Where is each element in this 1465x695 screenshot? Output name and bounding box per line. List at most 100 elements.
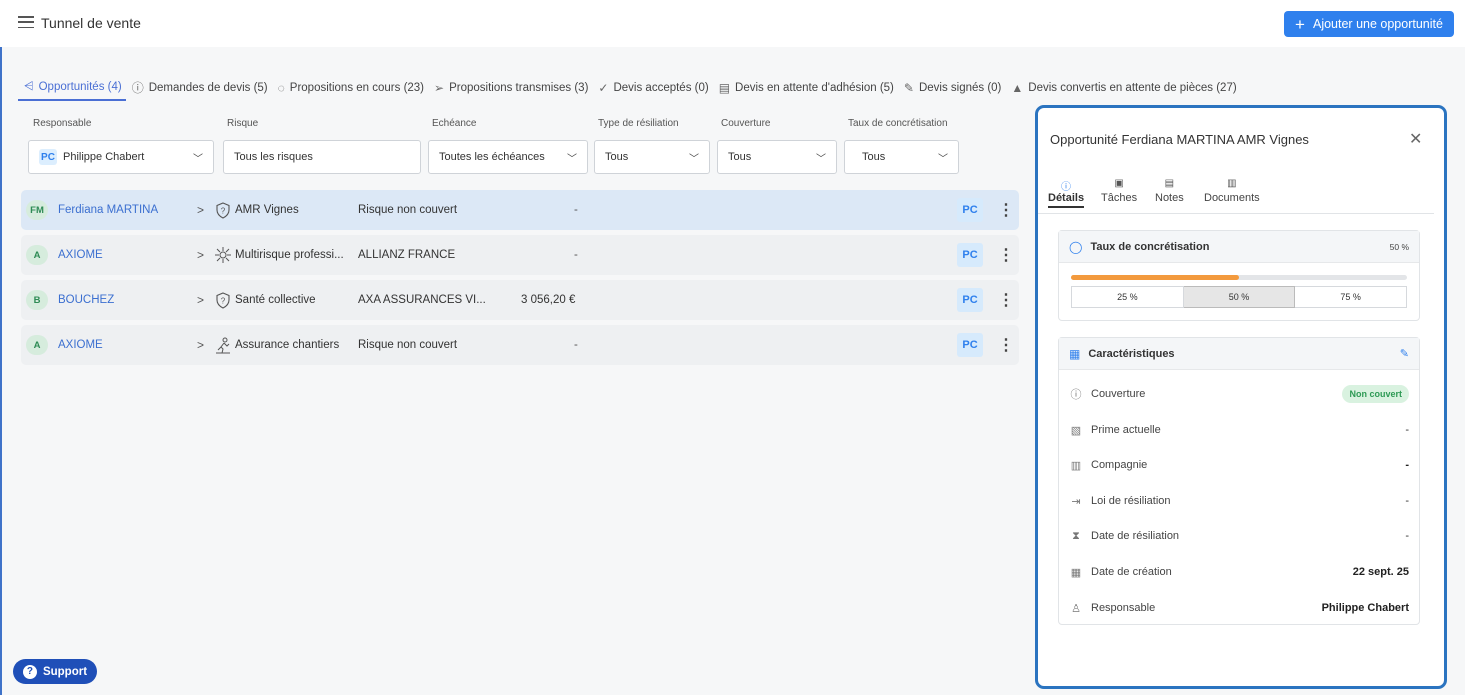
date-resiliation-value: - [1405, 530, 1409, 542]
info-icon: ⓘ [131, 81, 144, 95]
responsable-value: Philippe Chabert [63, 151, 145, 163]
table-row[interactable]: A AXIOME > Multirisque professi... ALLIA… [21, 235, 1019, 275]
filter-label-taux: Taux de concrétisation [848, 118, 948, 129]
chevron-down-icon: ﹀ [567, 153, 577, 165]
tab-propositions-transmises[interactable]: ➢ Propositions transmises (3) [428, 74, 592, 101]
note-icon: ▤ [1164, 178, 1175, 189]
company-label: Risque non couvert [358, 204, 458, 216]
more-vertical-icon[interactable]: ⋮ [998, 290, 1014, 310]
more-vertical-icon[interactable]: ⋮ [998, 245, 1014, 265]
caracteristiques-card: ▦ Caractéristiques ✎ ⓘ Couverture Non co… [1058, 337, 1420, 625]
panel-title: Opportunité Ferdiana MARTINA AMR Vignes [1050, 132, 1309, 147]
filter-label-type-resiliation: Type de résiliation [598, 118, 679, 129]
tab-devis-signes[interactable]: ✎ Devis signés (0) [898, 74, 1006, 101]
couverture-value: Tous [728, 151, 752, 163]
taux-value: 50 % [1389, 241, 1409, 252]
tab-label: Tâches [1101, 192, 1138, 204]
calendar-icon: ▦ [1069, 346, 1081, 361]
table-row[interactable]: B BOUCHEZ > ? Santé collective AXA ASSUR… [21, 280, 1019, 320]
table-row[interactable]: A AXIOME > Assurance chantiers Risque no… [21, 325, 1019, 365]
taux-option-25[interactable]: 25 % [1071, 286, 1184, 308]
info-icon: ⓘ [1061, 182, 1072, 193]
risk-label: Multirisque professi... [235, 249, 344, 261]
loi-label: Loi de résiliation [1091, 495, 1171, 507]
owner-badge: PC [957, 243, 983, 267]
edit-icon[interactable]: ✎ [1400, 347, 1409, 360]
taux-title: Taux de concrétisation [1090, 240, 1210, 253]
echeance-value: Toutes les échéances [439, 151, 545, 163]
table-row[interactable]: FM Ferdiana MARTINA > ? AMR Vignes Risqu… [21, 190, 1019, 230]
status-badge: Non couvert [1342, 385, 1409, 403]
client-name-link[interactable]: AXIOME [58, 249, 103, 261]
tab-devis-acceptes[interactable]: ✓ Devis acceptés (0) [592, 74, 712, 101]
risk-label: AMR Vignes [235, 204, 299, 216]
date-creation-value: 22 sept. 25 [1352, 566, 1409, 578]
tab-label: Demandes de devis (5) [148, 81, 268, 94]
plus-icon: + [1295, 14, 1305, 34]
tab-notes[interactable]: ▤ Notes [1155, 178, 1184, 204]
tab-demandes-devis[interactable]: ⓘ Demandes de devis (5) [126, 74, 272, 101]
couverture-label: Couverture [1091, 388, 1146, 400]
add-opportunity-button[interactable]: + Ajouter une opportunité [1284, 11, 1454, 37]
chevron-right-icon: > [197, 293, 205, 307]
pipeline-tabs: ⩤ Opportunités (4) ⓘ Demandes de devis (… [18, 74, 1241, 102]
loi-resiliation-row: ⇥ Loi de résiliation - [1069, 491, 1409, 511]
taux-value: Tous [862, 151, 886, 163]
chevron-right-icon: > [197, 203, 205, 217]
taux-options: 25 % 50 % 75 % [1071, 286, 1408, 308]
caracteristiques-title: Caractéristiques [1088, 347, 1175, 360]
top-bar: Tunnel de vente + Ajouter une opportunit… [0, 0, 1465, 47]
couverture-select[interactable]: Tous ﹀ [717, 140, 837, 174]
calendar-icon: ▦ [1070, 566, 1082, 579]
tab-label: Propositions en cours (23) [289, 81, 425, 94]
panel-tabs: ⓘ Détails ▣ Tâches ▤ Notes ▥ Documents [1038, 178, 1434, 214]
close-icon[interactable]: ✕ [1409, 129, 1422, 149]
tab-details[interactable]: ⓘ Détails [1048, 178, 1085, 208]
tab-opportunites[interactable]: ⩤ Opportunités (4) [18, 74, 126, 101]
more-vertical-icon[interactable]: ⋮ [998, 200, 1014, 220]
avatar: A [26, 335, 48, 355]
owner-badge: PC [957, 198, 983, 222]
compagnie-row: ▥ Compagnie - [1069, 455, 1409, 475]
responsable-select[interactable]: PC Philippe Chabert ﹀ [28, 140, 214, 174]
add-opportunity-label: Ajouter une opportunité [1312, 17, 1443, 31]
client-name-link[interactable]: Ferdiana MARTINA [58, 204, 158, 216]
taux-select[interactable]: Tous ﹀ [844, 140, 959, 174]
chevron-right-icon: > [197, 248, 205, 262]
help-icon: ? [22, 664, 37, 679]
risque-input[interactable]: Tous les risques [223, 140, 421, 174]
echeance-value: - [574, 249, 578, 261]
svg-text:?: ? [221, 206, 226, 215]
tab-devis-attente-adhesion[interactable]: ▤ Devis en attente d'adhésion (5) [713, 74, 898, 101]
filter-label-responsable: Responsable [33, 118, 92, 129]
warning-icon: ▲ [1011, 80, 1024, 95]
more-vertical-icon[interactable]: ⋮ [998, 335, 1014, 355]
support-button[interactable]: ? Support [13, 659, 97, 684]
tab-label: Propositions transmises (3) [449, 81, 589, 94]
tab-propositions-en-cours[interactable]: ◌ Propositions en cours (23) [272, 74, 428, 101]
tab-taches[interactable]: ▣ Tâches [1101, 178, 1137, 204]
type-resiliation-select[interactable]: Tous ﹀ [594, 140, 710, 174]
avatar: A [26, 245, 48, 265]
client-name-link[interactable]: BOUCHEZ [58, 294, 114, 306]
network-icon [214, 246, 232, 264]
taux-option-50[interactable]: 50 % [1183, 286, 1296, 308]
tab-devis-convertis[interactable]: ▲ Devis convertis en attente de pièces (… [1005, 74, 1240, 101]
company-label: Risque non couvert [358, 339, 458, 351]
spinner-icon: ◌ [277, 80, 285, 95]
tab-label: Détails [1048, 192, 1085, 204]
echeance-select[interactable]: Toutes les échéances ﹀ [428, 140, 588, 174]
responsable-value: Philippe Chabert [1321, 602, 1409, 614]
window-edge [0, 0, 2, 695]
taux-option-75[interactable]: 75 % [1295, 286, 1408, 308]
company-label: ALLIANZ FRANCE [358, 249, 456, 261]
tab-documents[interactable]: ▥ Documents [1204, 178, 1260, 204]
taux-card-header: ◯ Taux de concrétisation 50 % [1059, 231, 1419, 263]
client-name-link[interactable]: AXIOME [58, 339, 103, 351]
risque-value: Tous les risques [234, 151, 313, 163]
company-label: AXA ASSURANCES VI... [358, 294, 486, 306]
check-circle-icon: ◯ [1069, 239, 1083, 254]
prime-row: ▧ Prime actuelle - [1069, 420, 1409, 440]
caracteristiques-header: ▦ Caractéristiques ✎ [1059, 338, 1419, 370]
hamburger-menu-icon[interactable] [18, 16, 34, 28]
